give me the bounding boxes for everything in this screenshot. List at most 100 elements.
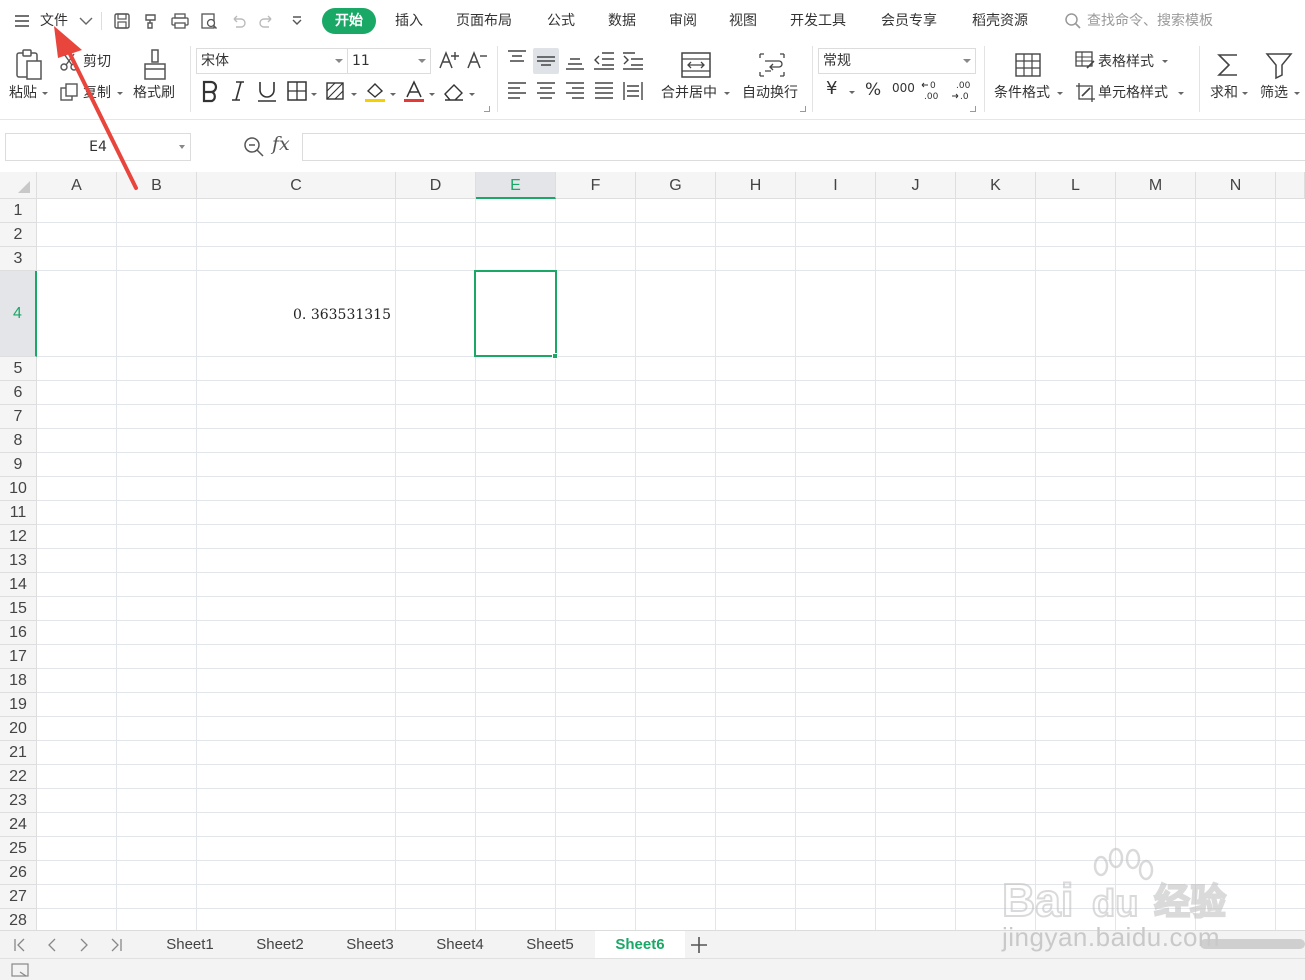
tab-formulas[interactable]: 公式 <box>547 11 575 31</box>
select-all-corner[interactable] <box>0 172 37 199</box>
underline-icon[interactable] <box>255 79 279 103</box>
row-header-25[interactable]: 25 <box>0 837 37 861</box>
align-middle-icon[interactable] <box>533 48 559 74</box>
cut-button[interactable]: 剪切 <box>83 53 111 71</box>
name-box[interactable]: E4 <box>5 133 191 161</box>
number-dialog-launcher[interactable] <box>970 106 976 112</box>
paste-icon[interactable] <box>14 48 44 82</box>
fill-pattern-icon[interactable] <box>324 79 348 103</box>
tab-developer[interactable]: 开发工具 <box>790 11 846 31</box>
font-color-dropdown-icon[interactable] <box>429 93 435 96</box>
font-name-select[interactable]: 宋体 <box>196 48 348 74</box>
column-header-f[interactable]: F <box>556 172 636 199</box>
filter-button[interactable]: 筛选 <box>1260 84 1288 102</box>
customize-toolbar-icon[interactable] <box>287 11 307 31</box>
row-header-18[interactable]: 18 <box>0 669 37 693</box>
italic-icon[interactable] <box>227 79 249 103</box>
redo-icon[interactable] <box>257 11 277 31</box>
formula-input[interactable] <box>302 133 1305 161</box>
insert-function-button[interactable]: fx <box>272 133 290 155</box>
font-color-icon[interactable] <box>402 79 426 103</box>
table-style-button[interactable]: 表格样式 <box>1098 53 1154 71</box>
undo-icon[interactable] <box>228 11 248 31</box>
thousands-separator-button[interactable]: 000 <box>892 79 915 97</box>
save-icon[interactable] <box>112 11 132 31</box>
filter-dropdown-icon[interactable] <box>1294 92 1300 95</box>
row-header-21[interactable]: 21 <box>0 741 37 765</box>
column-header-c[interactable]: C <box>197 172 396 199</box>
row-header-17[interactable]: 17 <box>0 645 37 669</box>
cell-style-dropdown-icon[interactable] <box>1178 92 1184 95</box>
tab-view[interactable]: 视图 <box>729 11 757 31</box>
merge-center-button[interactable]: 合并居中 <box>661 84 717 102</box>
row-header-13[interactable]: 13 <box>0 549 37 573</box>
increase-decimal-icon[interactable]: 0.00 <box>920 79 946 103</box>
column-header-n[interactable]: N <box>1196 172 1276 199</box>
spreadsheet-grid[interactable]: ABCDEFGHIJKLMN 1 2 3 4 5 6 7 8 9 10 11 12 13 14 15 16 17… <box>0 172 1305 930</box>
active-cell-selection[interactable] <box>474 270 557 357</box>
bold-icon[interactable] <box>199 79 221 103</box>
row-header-2[interactable]: 2 <box>0 223 37 247</box>
align-top-icon[interactable] <box>505 48 529 70</box>
hamburger-menu-icon[interactable] <box>12 11 32 31</box>
increase-indent-icon[interactable] <box>621 50 645 72</box>
print-icon[interactable] <box>170 11 190 31</box>
font-size-select[interactable]: 11 <box>347 48 431 74</box>
format-painter-icon[interactable] <box>141 11 161 31</box>
alignment-dialog-launcher[interactable] <box>800 106 806 112</box>
sheet-tab-sheet4[interactable]: Sheet4 <box>415 931 505 959</box>
increase-font-icon[interactable] <box>438 49 460 71</box>
tab-member[interactable]: 会员专享 <box>881 11 937 31</box>
sheet-tab-sheet6[interactable]: Sheet6 <box>595 931 685 959</box>
column-header-j[interactable]: J <box>876 172 956 199</box>
row-header-23[interactable]: 23 <box>0 789 37 813</box>
sheet-tab-sheet3[interactable]: Sheet3 <box>325 931 415 959</box>
percent-button[interactable]: % <box>865 81 881 99</box>
eraser-dropdown-icon[interactable] <box>469 93 475 96</box>
tab-docer-resources[interactable]: 稻壳资源 <box>972 11 1028 31</box>
copy-dropdown-icon[interactable] <box>117 92 123 95</box>
row-header-16[interactable]: 16 <box>0 621 37 645</box>
row-header-1[interactable]: 1 <box>0 199 37 223</box>
first-sheet-icon[interactable] <box>12 936 28 954</box>
column-header-k[interactable]: K <box>956 172 1036 199</box>
distributed-align-icon[interactable] <box>621 80 645 102</box>
currency-dropdown-icon[interactable] <box>849 91 855 94</box>
conditional-format-button[interactable]: 条件格式 <box>994 84 1050 102</box>
row-header-22[interactable]: 22 <box>0 765 37 789</box>
border-icon[interactable] <box>285 79 309 103</box>
copy-button[interactable]: 复制 <box>83 84 111 102</box>
align-bottom-icon[interactable] <box>563 50 587 72</box>
row-header-24[interactable]: 24 <box>0 813 37 837</box>
fill-color-icon[interactable] <box>363 79 387 103</box>
print-preview-icon[interactable] <box>199 11 219 31</box>
tab-data[interactable]: 数据 <box>608 11 636 31</box>
column-header-i[interactable]: I <box>796 172 876 199</box>
paste-button[interactable]: 粘贴 <box>9 84 37 102</box>
column-header-m[interactable]: M <box>1116 172 1196 199</box>
row-header-26[interactable]: 26 <box>0 861 37 885</box>
row-header-3[interactable]: 3 <box>0 247 37 271</box>
row-header-14[interactable]: 14 <box>0 573 37 597</box>
row-header-4[interactable]: 4 <box>0 271 37 357</box>
row-header-10[interactable]: 10 <box>0 477 37 501</box>
row-header-7[interactable]: 7 <box>0 405 37 429</box>
last-sheet-icon[interactable] <box>108 936 124 954</box>
eraser-icon[interactable] <box>442 79 466 103</box>
justify-icon[interactable] <box>592 80 616 102</box>
column-header-b[interactable]: B <box>117 172 197 199</box>
zoom-formula-icon[interactable] <box>243 136 265 162</box>
row-header-28[interactable]: 28 <box>0 909 37 930</box>
sheet-tab-sheet1[interactable]: Sheet1 <box>145 931 235 959</box>
next-sheet-icon[interactable] <box>76 936 92 954</box>
decrease-decimal-icon[interactable]: .00.0 <box>950 79 976 103</box>
decrease-font-icon[interactable] <box>466 49 488 71</box>
row-header-19[interactable]: 19 <box>0 693 37 717</box>
row-header-8[interactable]: 8 <box>0 429 37 453</box>
macro-record-icon[interactable] <box>10 962 32 980</box>
merge-dropdown-icon[interactable] <box>724 92 730 95</box>
sheet-tab-sheet2[interactable]: Sheet2 <box>235 931 325 959</box>
add-sheet-icon[interactable] <box>688 934 710 956</box>
conditional-format-dropdown-icon[interactable] <box>1057 92 1063 95</box>
column-header-h[interactable]: H <box>716 172 796 199</box>
